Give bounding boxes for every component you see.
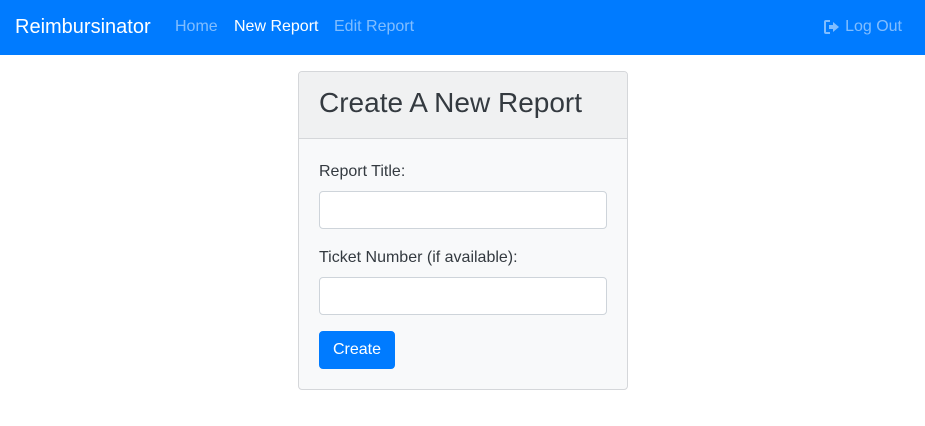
report-title-label: Report Title: [319, 163, 406, 180]
nav-link-home[interactable]: Home [175, 17, 218, 37]
sign-out-icon [824, 20, 840, 34]
nav-link-new-report[interactable]: New Report [234, 17, 318, 37]
card-header: Create A New Report [299, 72, 627, 139]
logout-button[interactable]: Log Out [824, 17, 902, 37]
report-title-input[interactable] [319, 191, 607, 229]
brand-logo[interactable]: Reimbursinator [15, 14, 151, 40]
logout-label: Log Out [845, 18, 902, 35]
page-title: Create A New Report [319, 87, 583, 118]
ticket-number-label: Ticket Number (if available): [319, 249, 518, 266]
new-report-card: Create A New Report Report Title: Ticket… [298, 71, 628, 390]
nav-link-edit-report[interactable]: Edit Report [334, 17, 414, 37]
top-navbar: Reimbursinator Home New Report Edit Repo… [0, 0, 925, 55]
create-button[interactable]: Create [319, 331, 396, 369]
ticket-number-input[interactable] [319, 277, 607, 315]
